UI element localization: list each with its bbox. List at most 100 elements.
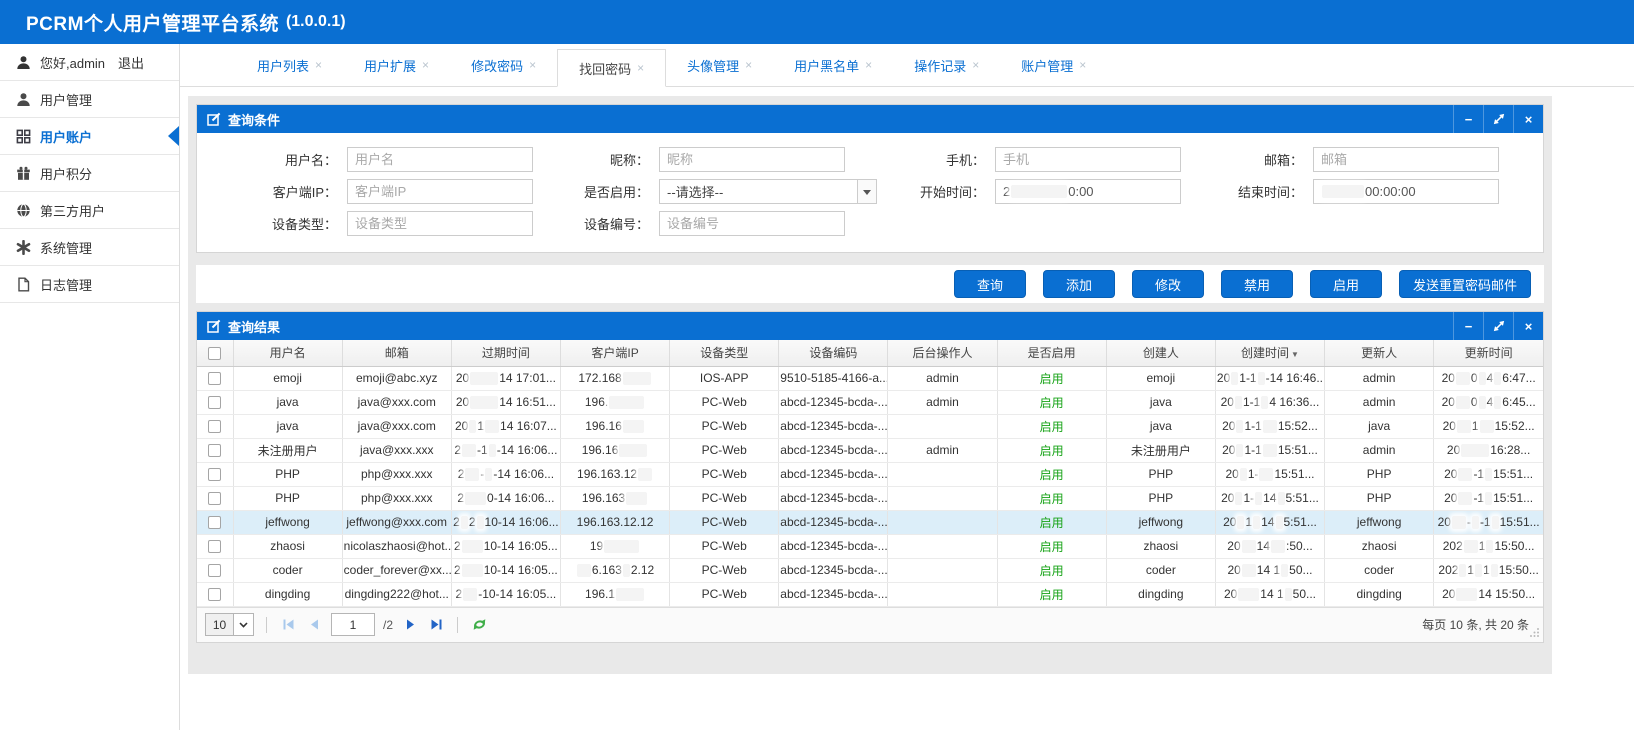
cell-email: java@xxx.com [342, 390, 451, 414]
device-no-input[interactable] [659, 211, 845, 236]
maximize-icon[interactable] [1483, 105, 1513, 133]
nickname-input[interactable] [659, 147, 845, 172]
tab-close-icon[interactable]: × [972, 58, 979, 72]
row-checkbox[interactable] [208, 396, 221, 409]
tab-account-management[interactable]: 账户管理× [1000, 44, 1107, 87]
row-checkbox[interactable] [208, 540, 221, 553]
resize-grip[interactable] [1529, 626, 1540, 640]
tab-close-icon[interactable]: × [745, 58, 752, 72]
enabled-link[interactable]: 启用 [1040, 396, 1064, 410]
refresh-icon[interactable] [470, 616, 488, 634]
tab-close-icon[interactable]: × [1079, 58, 1086, 72]
tab-close-icon[interactable]: × [315, 58, 322, 72]
row-checkbox[interactable] [208, 564, 221, 577]
redacted-text [616, 588, 644, 601]
row-checkbox-cell [197, 414, 233, 438]
client-ip-input[interactable] [347, 179, 533, 204]
row-checkbox[interactable] [208, 444, 221, 457]
tab-close-icon[interactable]: × [422, 58, 429, 72]
cell-updated: 20046:45... [1434, 390, 1543, 414]
close-icon[interactable]: × [1513, 312, 1543, 340]
edit-button[interactable]: 修改 [1132, 270, 1204, 298]
col-created-time[interactable]: 创建时间▼ [1215, 340, 1324, 366]
tab-close-icon[interactable]: × [865, 58, 872, 72]
tab-avatar-management[interactable]: 头像管理× [666, 44, 773, 87]
next-page-icon[interactable] [401, 616, 419, 634]
redacted-text [1494, 372, 1501, 385]
sidebar-item-log-management[interactable]: 日志管理 [0, 266, 179, 303]
first-page-icon[interactable] [279, 616, 297, 634]
username-input[interactable] [347, 147, 533, 172]
tab-user-extend[interactable]: 用户扩展× [343, 44, 450, 87]
row-checkbox[interactable] [208, 516, 221, 529]
minimize-icon[interactable]: − [1453, 312, 1483, 340]
tab-operation-log[interactable]: 操作记录× [893, 44, 1000, 87]
enabled-link[interactable]: 启用 [1040, 540, 1064, 554]
chevron-down-icon[interactable] [857, 180, 876, 203]
send-reset-password-email-button[interactable]: 发送重置密码邮件 [1399, 270, 1531, 298]
cell-email: php@xxx.xxx [342, 462, 451, 486]
page-number-input[interactable] [331, 613, 375, 636]
tab-retrieve-password[interactable]: 找回密码× [557, 49, 666, 87]
page-size-select[interactable]: 10 [205, 613, 254, 636]
cell-updater: PHP [1325, 462, 1434, 486]
tab-user-list[interactable]: 用户列表× [236, 44, 343, 87]
sidebar-item-user-account[interactable]: 用户账户 [0, 118, 179, 155]
device-type-input[interactable] [347, 211, 533, 236]
select-all-checkbox[interactable] [208, 347, 221, 360]
cell-email: java@xxx.xxx [342, 438, 451, 462]
tab-close-icon[interactable]: × [637, 61, 644, 75]
redacted-text [1263, 444, 1277, 457]
row-checkbox[interactable] [208, 588, 221, 601]
cell-ip: 196.163 [560, 486, 669, 510]
results-panel-header: 查询结果 − × [197, 312, 1543, 340]
row-checkbox[interactable] [208, 492, 221, 505]
redacted-text [1459, 564, 1466, 577]
close-icon[interactable]: × [1513, 105, 1543, 133]
results-panel-title: 查询结果 [228, 317, 280, 336]
sidebar-item-system-management[interactable]: 系统管理 [0, 229, 179, 266]
cell-email: dingding222@hot... [342, 582, 451, 606]
enabled-select[interactable]: --请选择-- [659, 179, 877, 204]
end-time-input[interactable]: 00:00:00 [1313, 179, 1499, 204]
enabled-link[interactable]: 启用 [1040, 420, 1064, 434]
file-icon [16, 277, 31, 292]
tab-close-icon[interactable]: × [529, 58, 536, 72]
tab-change-password[interactable]: 修改密码× [450, 44, 557, 87]
sidebar-item-user-points[interactable]: 用户积分 [0, 155, 179, 192]
phone-input[interactable] [995, 147, 1181, 172]
search-button[interactable]: 查询 [954, 270, 1026, 298]
redacted-text [1235, 396, 1242, 409]
minimize-icon[interactable]: − [1453, 105, 1483, 133]
enabled-link[interactable]: 启用 [1040, 588, 1064, 602]
start-time-input[interactable]: 20:00 [995, 179, 1181, 204]
add-button[interactable]: 添加 [1043, 270, 1115, 298]
cell-ip: 196. [560, 390, 669, 414]
enabled-link[interactable]: 启用 [1040, 372, 1064, 386]
enabled-link[interactable]: 启用 [1040, 516, 1064, 530]
redacted-text [1452, 516, 1466, 529]
logout-link[interactable]: 退出 [118, 53, 144, 72]
prev-page-icon[interactable] [305, 616, 323, 634]
enabled-link[interactable]: 启用 [1040, 492, 1064, 506]
tab-user-blacklist[interactable]: 用户黑名单× [773, 44, 893, 87]
action-bar: 查询添加修改禁用启用发送重置密码邮件 [196, 265, 1544, 303]
col-device-type: 设备类型 [670, 340, 779, 366]
cell-username: coder [233, 558, 342, 582]
col-device-code: 设备编码 [779, 340, 888, 366]
sidebar-item-user-management[interactable]: 用户管理 [0, 81, 179, 118]
email-input[interactable] [1313, 147, 1499, 172]
maximize-icon[interactable] [1483, 312, 1513, 340]
enabled-link[interactable]: 启用 [1040, 444, 1064, 458]
row-checkbox[interactable] [208, 420, 221, 433]
enabled-link[interactable]: 启用 [1040, 468, 1064, 482]
row-checkbox[interactable] [208, 468, 221, 481]
enabled-link[interactable]: 启用 [1040, 564, 1064, 578]
last-page-icon[interactable] [427, 616, 445, 634]
greeting-text: 您好,admin [40, 53, 105, 72]
disable-button[interactable]: 禁用 [1221, 270, 1293, 298]
enable-button[interactable]: 启用 [1310, 270, 1382, 298]
sidebar-item-third-party-user[interactable]: 第三方用户 [0, 192, 179, 229]
redacted-text [1259, 468, 1273, 481]
row-checkbox[interactable] [208, 372, 221, 385]
